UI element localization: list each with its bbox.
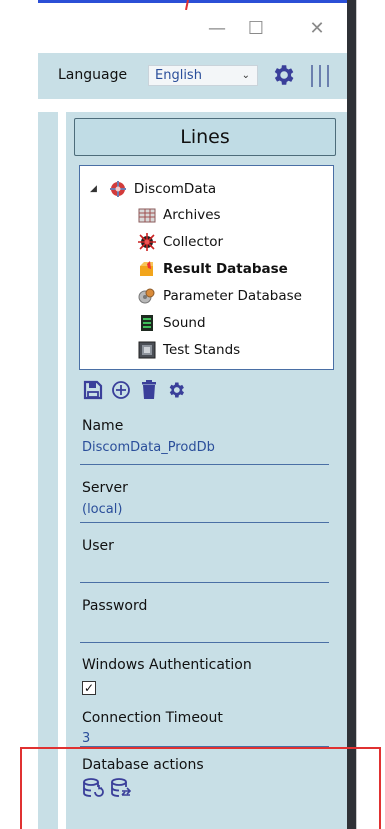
gear-icon[interactable]: [270, 62, 296, 88]
close-button[interactable]: ✕: [301, 14, 333, 42]
windows-auth-label: Windows Authentication: [82, 657, 252, 673]
chevron-down-icon: ⌄: [241, 70, 250, 81]
gear-icon[interactable]: [165, 379, 187, 401]
password-label: Password: [82, 598, 148, 614]
language-value: English: [155, 68, 202, 83]
left-panel: [38, 112, 58, 829]
tree-item-label: DiscomData: [133, 181, 217, 197]
tree-item-label: Sound: [163, 315, 206, 331]
tree-item-parameter-database[interactable]: Parameter Database: [138, 284, 302, 308]
annotation-blue-line: [38, 0, 355, 3]
name-label: Name: [82, 418, 124, 434]
tree-item-archives[interactable]: Archives: [138, 203, 221, 227]
password-underline: [80, 642, 329, 643]
annotation-red-mark: [185, 0, 189, 10]
sound-icon: [138, 314, 156, 332]
tree-item-label: Collector: [163, 234, 224, 250]
expand-icon[interactable]: ◢: [90, 184, 97, 194]
tree-item-result-database[interactable]: Result Database: [138, 257, 288, 281]
line-tree[interactable]: ◢ DiscomData Archives Collector Result D…: [79, 165, 334, 370]
user-label: User: [82, 538, 114, 554]
tree-item-sound[interactable]: Sound: [138, 311, 206, 335]
tree-item-test-stands[interactable]: Test Stands: [138, 338, 240, 362]
parameter-database-icon: [138, 287, 156, 305]
server-field[interactable]: (local): [82, 502, 122, 517]
tree-item-label: Result Database: [163, 261, 288, 277]
tree-item-collector[interactable]: Collector: [138, 230, 223, 254]
window-edge: [347, 0, 356, 829]
vertical-bars-icon[interactable]: [307, 63, 335, 89]
tree-root-discomdata[interactable]: ◢ DiscomData: [90, 177, 216, 201]
language-select[interactable]: English ⌄: [148, 65, 258, 86]
connection-timeout-field[interactable]: 3: [82, 731, 90, 746]
user-underline: [80, 582, 329, 583]
test-stands-icon: [138, 341, 156, 359]
minimize-button[interactable]: —: [201, 14, 233, 42]
windows-auth-checkbox[interactable]: ✓: [82, 681, 96, 695]
language-label: Language: [58, 67, 128, 83]
save-icon[interactable]: [82, 379, 104, 401]
user-field[interactable]: [82, 562, 327, 580]
tree-item-label: Parameter Database: [163, 288, 302, 304]
discom-logo-icon: [109, 180, 127, 198]
result-database-icon: [138, 260, 156, 278]
archives-icon: [138, 206, 156, 224]
tree-item-label: Test Stands: [163, 342, 241, 358]
maximize-button[interactable]: ☐: [240, 14, 272, 42]
window-edge-border: [356, 0, 357, 829]
name-field[interactable]: DiscomData_ProdDb: [82, 440, 215, 455]
name-underline: [80, 464, 329, 465]
connection-timeout-label: Connection Timeout: [82, 710, 223, 726]
collector-icon: [138, 233, 156, 251]
server-label: Server: [82, 480, 128, 496]
server-underline: [80, 522, 329, 523]
delete-icon[interactable]: [138, 379, 160, 401]
password-field[interactable]: [82, 622, 327, 640]
tree-item-label: Archives: [163, 207, 221, 223]
lines-header[interactable]: Lines: [74, 118, 336, 156]
add-icon[interactable]: [110, 379, 132, 401]
annotation-red-highlight: [20, 747, 381, 829]
